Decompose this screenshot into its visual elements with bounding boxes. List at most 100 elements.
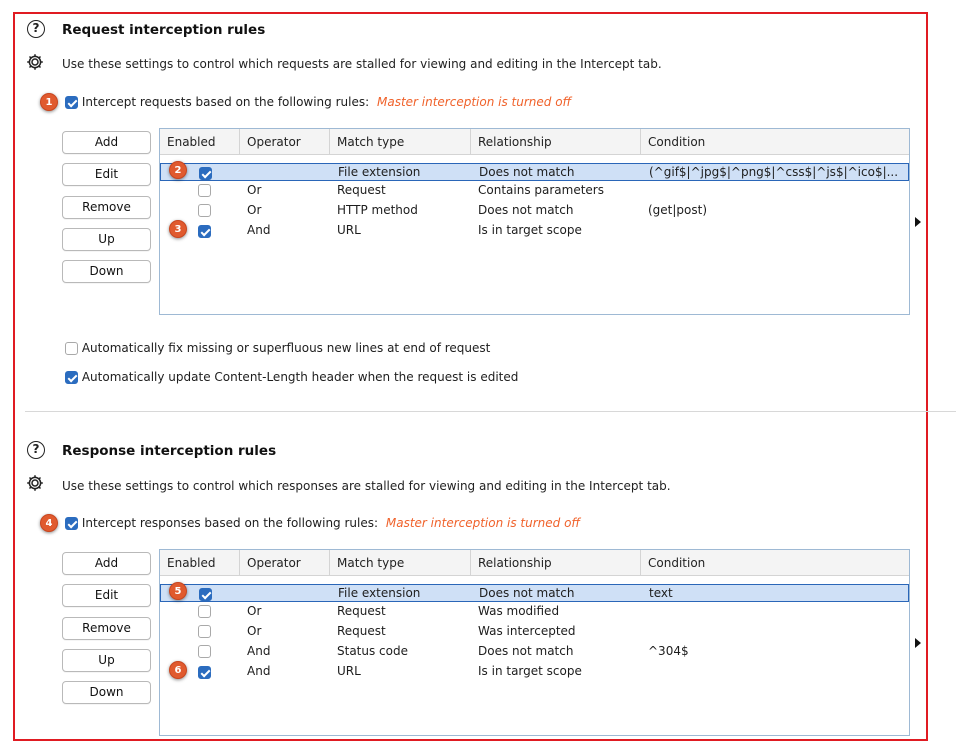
table-header: Enabled Operator Match type Relationship… <box>160 129 909 155</box>
row-condition <box>648 623 906 641</box>
marker-4: 4 <box>40 514 58 532</box>
row-match-type: Request <box>337 624 386 638</box>
row-match-type: File extension <box>338 165 421 179</box>
column-operator[interactable]: Operator <box>240 129 330 155</box>
column-relationship[interactable]: Relationship <box>471 550 641 576</box>
intercept-responses-checkbox[interactable] <box>65 517 78 530</box>
update-content-length-label: Automatically update Content-Length head… <box>81 370 519 384</box>
request-add-button[interactable]: Add <box>62 131 151 154</box>
column-condition[interactable]: Condition <box>641 550 909 576</box>
row-match-type: HTTP method <box>337 203 418 217</box>
row-operator: Or <box>247 624 262 638</box>
row-operator: Or <box>247 604 262 618</box>
gear-icon[interactable] <box>25 473 45 493</box>
marker-1: 1 <box>40 93 58 111</box>
request-down-button[interactable]: Down <box>62 260 151 283</box>
response-up-button[interactable]: Up <box>62 649 151 672</box>
row-relationship: Is in target scope <box>478 223 582 237</box>
intercept-requests-checkbox[interactable] <box>65 96 78 109</box>
response-add-button[interactable]: Add <box>62 552 151 575</box>
row-match-type: Request <box>337 604 386 618</box>
request-warning-text: Master interception is turned off <box>376 95 572 109</box>
row-operator: And <box>247 644 271 658</box>
table-row[interactable]: File extension Does not match text <box>160 584 909 602</box>
table-row[interactable]: Or Request Contains parameters <box>160 182 909 200</box>
update-content-length-checkbox[interactable] <box>65 371 78 384</box>
column-match-type[interactable]: Match type <box>330 129 471 155</box>
column-operator[interactable]: Operator <box>240 550 330 576</box>
response-rules-table: Enabled Operator Match type Relationship… <box>159 549 910 736</box>
column-match-type[interactable]: Match type <box>330 550 471 576</box>
table-row[interactable]: And URL Is in target scope <box>160 663 909 681</box>
gear-icon[interactable] <box>25 52 45 72</box>
row-match-type: URL <box>337 223 361 237</box>
row-relationship: Is in target scope <box>478 664 582 678</box>
table-row[interactable]: And URL Is in target scope <box>160 222 909 240</box>
row-condition <box>648 663 906 681</box>
row-relationship: Does not match <box>479 165 575 179</box>
row-enabled-checkbox[interactable] <box>199 588 212 601</box>
row-enabled-checkbox[interactable] <box>198 605 211 618</box>
row-operator: And <box>247 664 271 678</box>
row-relationship: Does not match <box>478 203 574 217</box>
row-relationship: Was intercepted <box>478 624 576 638</box>
column-enabled[interactable]: Enabled <box>160 550 240 576</box>
column-enabled[interactable]: Enabled <box>160 129 240 155</box>
row-enabled-checkbox[interactable] <box>198 225 211 238</box>
row-operator: Or <box>247 203 262 217</box>
response-section-title: Response interception rules <box>62 443 277 459</box>
request-remove-button[interactable]: Remove <box>62 196 151 219</box>
row-relationship: Does not match <box>478 644 574 658</box>
row-enabled-checkbox[interactable] <box>198 204 211 217</box>
row-operator <box>248 585 328 603</box>
column-relationship[interactable]: Relationship <box>471 129 641 155</box>
row-match-type: File extension <box>338 586 421 600</box>
row-condition: text <box>649 586 673 600</box>
table-row[interactable]: Or HTTP method Does not match (get|post) <box>160 202 909 220</box>
marker-3: 3 <box>169 220 187 238</box>
row-relationship: Does not match <box>479 586 575 600</box>
response-edit-button[interactable]: Edit <box>62 584 151 607</box>
fix-newlines-checkbox[interactable] <box>65 342 78 355</box>
section-divider <box>25 411 956 412</box>
intercept-responses-label: Intercept responses based on the followi… <box>81 516 379 530</box>
response-down-button[interactable]: Down <box>62 681 151 704</box>
table-row[interactable]: File extension Does not match (^gif$|^jp… <box>160 163 909 181</box>
arrow-right-icon[interactable] <box>915 638 921 648</box>
table-row[interactable]: And Status code Does not match ^304$ <box>160 643 909 661</box>
table-header: Enabled Operator Match type Relationship… <box>160 550 909 576</box>
row-relationship: Was modified <box>478 604 560 618</box>
help-icon[interactable]: ? <box>27 20 45 38</box>
request-up-button[interactable]: Up <box>62 228 151 251</box>
row-match-type: URL <box>337 664 361 678</box>
table-row[interactable]: Or Request Was intercepted <box>160 623 909 641</box>
row-enabled-checkbox[interactable] <box>198 666 211 679</box>
row-enabled-checkbox[interactable] <box>199 167 212 180</box>
row-relationship: Contains parameters <box>478 183 604 197</box>
table-row[interactable]: Or Request Was modified <box>160 603 909 621</box>
arrow-right-icon[interactable] <box>915 217 921 227</box>
row-condition <box>648 603 906 621</box>
response-remove-button[interactable]: Remove <box>62 617 151 640</box>
response-warning-text: Master interception is turned off <box>385 516 581 530</box>
marker-2: 2 <box>169 161 187 179</box>
help-icon[interactable]: ? <box>27 441 45 459</box>
row-condition <box>648 182 906 200</box>
row-match-type: Request <box>337 183 386 197</box>
row-enabled-checkbox[interactable] <box>198 625 211 638</box>
request-section-title: Request interception rules <box>62 22 266 38</box>
marker-6: 6 <box>169 661 187 679</box>
marker-5: 5 <box>169 582 187 600</box>
request-edit-button[interactable]: Edit <box>62 163 151 186</box>
row-enabled-checkbox[interactable] <box>198 184 211 197</box>
request-description: Use these settings to control which requ… <box>62 57 662 71</box>
row-enabled-checkbox[interactable] <box>198 645 211 658</box>
intercept-requests-label: Intercept requests based on the followin… <box>81 95 370 109</box>
response-description: Use these settings to control which resp… <box>62 479 671 493</box>
request-rules-table: Enabled Operator Match type Relationship… <box>159 128 910 315</box>
row-condition: (get|post) <box>648 203 708 217</box>
row-match-type: Status code <box>337 644 408 658</box>
row-condition: ^304$ <box>648 644 689 658</box>
column-condition[interactable]: Condition <box>641 129 909 155</box>
row-condition: (^gif$|^jpg$|^png$|^css$|^js$|^ico$|... <box>649 165 899 179</box>
